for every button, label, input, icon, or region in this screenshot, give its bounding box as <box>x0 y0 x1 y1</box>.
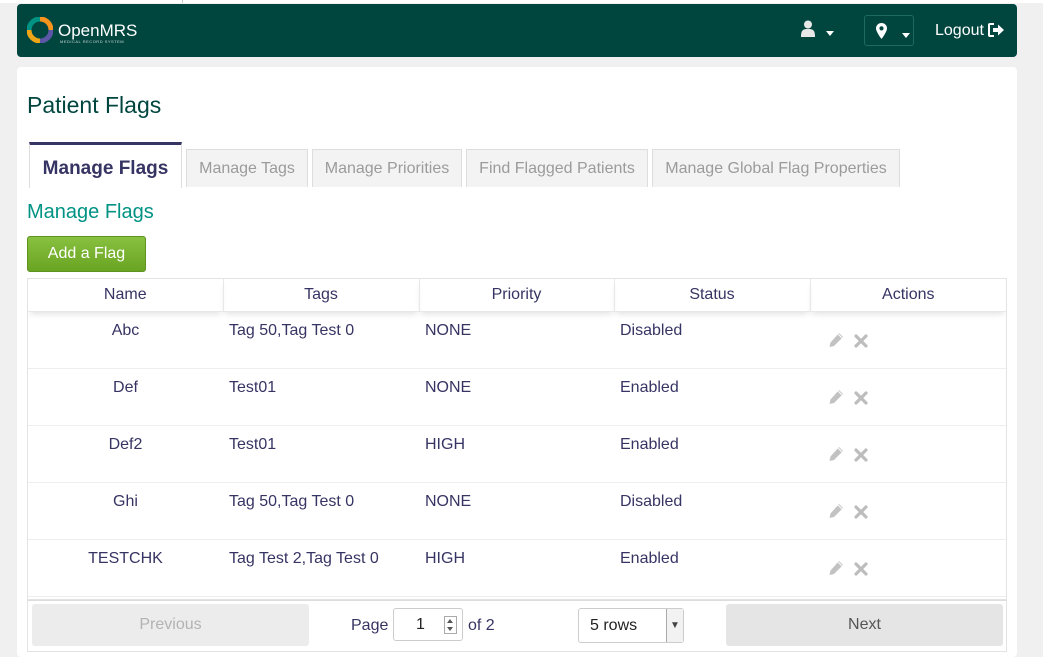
app-header: OpenMRS MEDICAL RECORD SYSTEM Logout <box>17 4 1017 57</box>
table-row: Def2 Test01 HIGH Enabled <box>28 425 1006 483</box>
cell-actions <box>810 425 1006 483</box>
location-menu[interactable] <box>864 15 914 46</box>
cell-actions <box>810 368 1006 426</box>
cell-name: Def2 <box>28 425 223 483</box>
cell-actions <box>810 539 1006 597</box>
page-number-input[interactable]: 1 <box>393 608 463 641</box>
logo-text: OpenMRS <box>58 21 138 40</box>
flags-table: Name Tags Priority Status Actions Abc Ta… <box>27 278 1007 600</box>
tab-manage-flags[interactable]: Manage Flags <box>29 142 182 188</box>
cell-priority: NONE <box>419 482 614 540</box>
tab-manage-tags[interactable]: Manage Tags <box>186 149 308 187</box>
logout-label: Logout <box>935 22 984 39</box>
top-strip <box>0 0 1043 3</box>
cell-priority: HIGH <box>419 425 614 483</box>
cell-tags: Test01 <box>223 368 419 426</box>
cell-status: Enabled <box>614 425 810 483</box>
delete-icon[interactable] <box>854 391 869 410</box>
cell-status: Enabled <box>614 368 810 426</box>
openmrs-logo-icon <box>27 17 53 43</box>
table-row: Ghi Tag 50,Tag Test 0 NONE Disabled <box>28 482 1006 540</box>
add-flag-button[interactable]: Add a Flag <box>27 236 146 272</box>
rows-per-page-value: 5 rows <box>590 617 638 634</box>
cell-status: Enabled <box>614 539 810 597</box>
map-marker-icon <box>876 23 887 39</box>
cell-name: Ghi <box>28 482 223 540</box>
table-header-row: Name Tags Priority Status Actions <box>28 279 1006 312</box>
user-icon <box>801 20 815 37</box>
chevron-down-icon: ▼ <box>666 609 683 642</box>
tab-bar: Manage Flags Manage Tags Manage Prioriti… <box>29 142 1009 188</box>
cell-actions <box>810 311 1006 369</box>
sign-out-icon <box>987 23 1004 37</box>
delete-icon[interactable] <box>854 448 869 467</box>
top-strip-divider <box>182 0 183 3</box>
page-label: Page <box>351 617 389 634</box>
edit-icon[interactable] <box>828 503 844 524</box>
cell-priority: NONE <box>419 311 614 369</box>
section-title: Manage Flags <box>27 201 154 223</box>
pagination-bar: Previous Page 1 of 2 5 rows ▼ Next <box>27 600 1007 652</box>
tab-manage-priorities[interactable]: Manage Priorities <box>312 149 462 187</box>
cell-tags: Tag 50,Tag Test 0 <box>223 311 419 369</box>
cell-priority: HIGH <box>419 539 614 597</box>
previous-page-button[interactable]: Previous <box>32 604 309 646</box>
logo-subtitle: MEDICAL RECORD SYSTEM <box>60 39 125 44</box>
page-title: Patient Flags <box>27 92 162 118</box>
edit-icon[interactable] <box>828 332 844 353</box>
page-number-stepper[interactable] <box>444 616 457 634</box>
edit-icon[interactable] <box>828 389 844 410</box>
delete-icon[interactable] <box>854 505 869 524</box>
cell-name: Abc <box>28 311 223 369</box>
next-page-button[interactable]: Next <box>726 604 1003 646</box>
edit-icon[interactable] <box>828 446 844 467</box>
table-row: Abc Tag 50,Tag Test 0 NONE Disabled <box>28 311 1006 369</box>
cell-status: Disabled <box>614 311 810 369</box>
column-header-priority[interactable]: Priority <box>419 279 615 312</box>
chevron-down-icon <box>826 31 834 36</box>
column-header-actions: Actions <box>810 279 1006 312</box>
total-pages-label: of 2 <box>468 617 495 634</box>
edit-icon[interactable] <box>828 560 844 581</box>
column-header-name[interactable]: Name <box>28 279 224 312</box>
chevron-down-icon <box>902 33 910 38</box>
cell-tags: Tag 50,Tag Test 0 <box>223 482 419 540</box>
cell-actions <box>810 482 1006 540</box>
table-row: Def Test01 NONE Enabled <box>28 368 1006 426</box>
tab-find-flagged-patients[interactable]: Find Flagged Patients <box>466 149 648 187</box>
user-menu[interactable] <box>799 20 839 42</box>
delete-icon[interactable] <box>854 334 869 353</box>
column-header-tags[interactable]: Tags <box>223 279 420 312</box>
rows-per-page-select[interactable]: 5 rows ▼ <box>578 608 684 643</box>
tab-manage-global-flag-properties[interactable]: Manage Global Flag Properties <box>652 149 900 187</box>
page-number-value: 1 <box>416 616 425 633</box>
table-row: TESTCHK Tag Test 2,Tag Test 0 HIGH Enabl… <box>28 539 1006 597</box>
cell-status: Disabled <box>614 482 810 540</box>
logout-link[interactable]: Logout <box>935 22 1005 40</box>
delete-icon[interactable] <box>854 562 869 581</box>
cell-tags: Tag Test 2,Tag Test 0 <box>223 539 419 597</box>
cell-priority: NONE <box>419 368 614 426</box>
main-panel: Patient Flags Manage Flags Manage Tags M… <box>17 67 1017 657</box>
column-header-status[interactable]: Status <box>614 279 811 312</box>
cell-tags: Test01 <box>223 425 419 483</box>
cell-name: TESTCHK <box>28 539 223 597</box>
cell-name: Def <box>28 368 223 426</box>
